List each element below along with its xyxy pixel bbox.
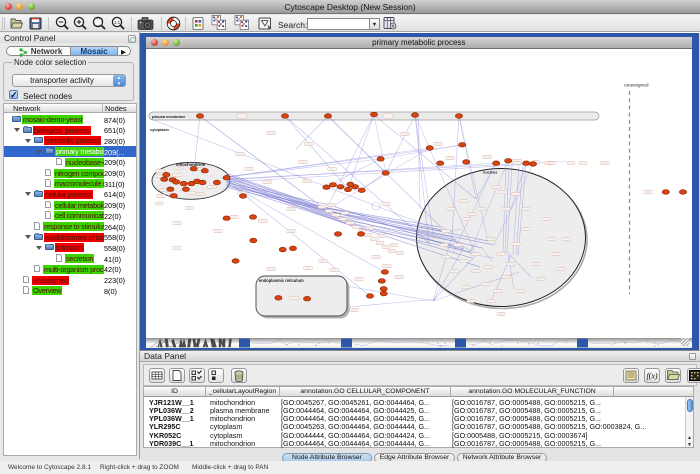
svg-text:plasma membrane: plasma membrane xyxy=(152,115,185,119)
svg-text:nucleus: nucleus xyxy=(483,171,497,175)
svg-text:cytoplasm: cytoplasm xyxy=(150,128,169,132)
svg-text:f(x): f(x) xyxy=(646,372,657,381)
svg-text:1:1: 1:1 xyxy=(114,20,121,25)
svg-text:unassigned: unassigned xyxy=(624,83,649,89)
svg-text:endoplasmic reticulum: endoplasmic reticulum xyxy=(259,278,304,283)
